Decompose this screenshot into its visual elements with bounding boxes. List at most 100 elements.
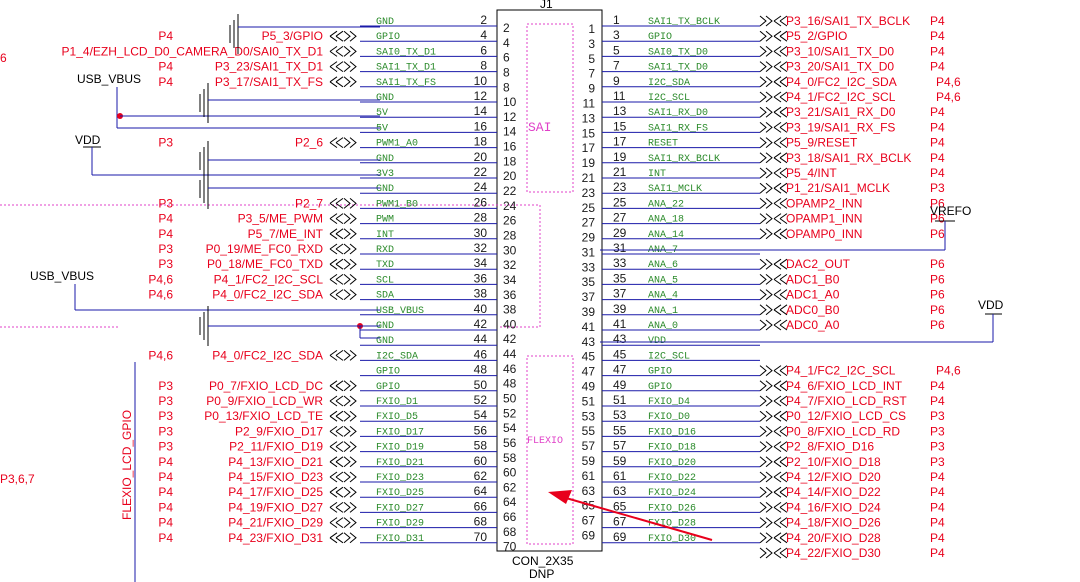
inner-pin-number-right: 63	[582, 484, 596, 498]
page-ref: P4	[930, 379, 945, 393]
net-name: SAI1_TX_D1	[376, 63, 436, 74]
net-name: ANA_5	[648, 275, 678, 286]
net-name: I2C_SCL	[648, 93, 690, 104]
pin-number: 43	[613, 332, 627, 346]
left-pin-row: GND 12	[360, 89, 497, 104]
offpage-connector-icon	[759, 91, 788, 103]
page-ref: P4,6	[148, 288, 173, 302]
right-pin-row: I2C_SDA 9 P4_0/FC2_I2C_SDA P4,6	[602, 74, 961, 89]
page-ref: P3	[930, 440, 945, 454]
signal-label: P5_3/GPIO	[262, 29, 323, 43]
pin-number: 64	[474, 484, 488, 498]
pin-number: 10	[474, 74, 488, 88]
offpage-connector-icon	[759, 228, 788, 240]
signal-label: P3_19/SAI1_RX_FS	[786, 120, 895, 134]
signal-label: P4_21/FXIO_D29	[228, 516, 323, 530]
inner-pin-number-right: 35	[582, 275, 596, 289]
left-pin-row: FXIO_D17 56 P2_9/FXIO_D17 P3	[158, 423, 497, 438]
pin-number: 63	[613, 484, 627, 498]
inner-pin-number-left: 44	[503, 347, 517, 361]
net-name: GPIO	[648, 367, 672, 378]
net-name: ANA_6	[648, 260, 678, 271]
left-pin-row: FXIO_D25 64 P4_17/FXIO_D25 P4	[158, 484, 497, 499]
inner-pin-number-right: 67	[582, 514, 596, 528]
right-pin-row: FXIO_D2867 P4_18/FXIO_D26 P4	[602, 515, 945, 530]
inner-pin-number-left: 46	[503, 362, 517, 376]
pin-number: 9	[613, 74, 620, 88]
net-name: SAI1_MCLK	[648, 184, 702, 195]
inner-pin-number-right: 17	[582, 141, 596, 155]
left-pin-row: FXIO_D31 70 P4_23/FXIO_D31 P4	[158, 530, 497, 545]
net-name: GND	[376, 17, 394, 28]
offpage-connector-icon	[329, 228, 357, 240]
signal-label: P4_18/FXIO_D26	[786, 516, 881, 530]
offpage-connector-icon	[329, 501, 357, 513]
offpage-connector-icon	[759, 106, 788, 118]
left-pin-row: FXIO_D29 68 P4_21/FXIO_D29 P4	[158, 515, 497, 530]
page-ref: P4	[930, 516, 945, 530]
pin-number: 37	[613, 287, 627, 301]
pin-number: 3	[613, 28, 620, 42]
net-name: I2C_SDA	[648, 78, 690, 89]
offpage-connector-icon	[329, 349, 357, 361]
page-ref: P4,6	[936, 364, 961, 378]
net-name: GPIO	[648, 382, 672, 393]
net-name: ANA_18	[648, 215, 684, 226]
offpage-connector-icon	[759, 213, 788, 225]
offpage-connector-icon	[329, 137, 357, 149]
page-ref: P4	[158, 60, 173, 74]
offpage-connector-icon	[329, 213, 357, 225]
page-ref: P3	[930, 409, 945, 423]
page-ref: P4	[930, 166, 945, 180]
net-name: GPIO	[376, 367, 400, 378]
page-ref: P4	[158, 29, 173, 43]
offpage-connector-icon	[329, 471, 357, 483]
inner-pin-number-left: 56	[503, 436, 517, 450]
signal-label: P4_19/FXIO_D27	[228, 500, 323, 514]
offpage-connector-icon	[329, 380, 357, 392]
pin-number: 54	[474, 408, 488, 422]
connector-part: CON_2X35	[512, 554, 574, 568]
signal-label: P2_9/FXIO_D17	[235, 424, 323, 438]
inner-pin-number-left: 68	[503, 525, 517, 539]
pin-number: 22	[474, 165, 488, 179]
pin-number: 18	[474, 135, 488, 149]
pin-number: 50	[474, 378, 488, 392]
net-name: RESET	[648, 139, 678, 150]
inner-pin-number-right: 7	[588, 67, 595, 81]
pin-number: 42	[474, 317, 488, 331]
net-name: GPIO	[648, 32, 672, 43]
signal-label: P3_16/SAI1_TX_BCLK	[786, 14, 910, 28]
inner-pin-number-right: 41	[582, 320, 596, 334]
signal-label: P4_16/FXIO_D24	[786, 500, 881, 514]
net-name: PWM1_A0	[376, 139, 418, 150]
left-pin-row: GND 42	[360, 317, 497, 332]
right-pin-row: ANA_1 39 ADC0_B0 P6	[602, 302, 945, 317]
pin-number: 29	[613, 226, 627, 240]
page-ref: P3	[158, 394, 173, 408]
offpage-connector-icon	[759, 395, 788, 407]
page-ref: P4	[158, 485, 173, 499]
inner-pin-number-right: 1	[588, 22, 595, 36]
net-name: FXIO_D16	[648, 427, 696, 438]
left-pin-row: GND 20	[360, 150, 497, 165]
signal-label: P4_17/FXIO_D25	[228, 485, 323, 499]
inner-pin-number-left: 16	[503, 140, 517, 154]
offpage-connector-icon	[759, 61, 788, 73]
right-pin-row: ANA_4 37 ADC1_A0 P6	[602, 287, 945, 302]
page-ref: P3	[930, 455, 945, 469]
right-pin-row: FXIO_D4 51 P4_7/FXIO_LCD_RST P4	[602, 393, 945, 408]
left-pin-row: GPIO 4 P5_3/GPIO P4	[158, 28, 497, 43]
right-pin-row: SAI1_MCLK 23 P1_21/SAI1_MCLK P3	[602, 180, 945, 195]
offpage-connector-icon	[759, 410, 788, 422]
pin-number: 21	[613, 165, 627, 179]
flexio-bus-label: FLEXIO_LCD_GPIO	[120, 410, 134, 520]
inner-pin-number-right: 57	[582, 439, 596, 453]
signal-label: ADC0_A0	[786, 318, 840, 332]
page-ref: P4	[158, 516, 173, 530]
signal-label: ADC0_B0	[786, 303, 840, 317]
offpage-connector-icon	[759, 380, 788, 392]
right-pin-rows: SAI1_TX_BCLK 1 P3_16/SAI1_TX_BCLK P4 GPIO 3 P5…	[602, 13, 961, 560]
signal-label: P3_23/SAI1_TX_D1	[215, 60, 323, 74]
left-pin-row: 5V 16	[360, 119, 497, 134]
